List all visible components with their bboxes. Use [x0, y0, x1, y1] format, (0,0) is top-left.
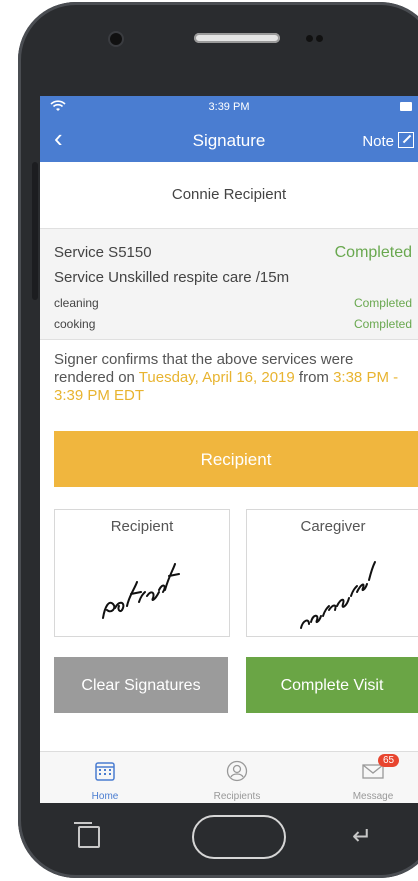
tab-recipients-label: Recipients	[213, 791, 261, 802]
proximity-sensor	[306, 35, 313, 42]
service-status: Completed	[334, 244, 412, 261]
clear-signatures-button[interactable]: Clear Signatures	[54, 657, 228, 713]
confirmation-mid: from	[294, 369, 334, 386]
service-row: Service Unskilled respite care /15m	[54, 269, 412, 286]
tab-bar: Home Recipients 65 Message	[40, 751, 418, 803]
side-button	[32, 162, 38, 300]
service-row: Service S5150 Completed	[54, 244, 412, 261]
message-badge: 65	[378, 754, 400, 767]
confirmation-text: Signer confirms that the above services …	[54, 351, 408, 405]
service-label: Service S5150	[54, 244, 152, 261]
task-label: cooking	[54, 317, 96, 331]
person-icon	[226, 760, 248, 782]
phone-top	[18, 2, 418, 97]
task-row: cooking Completed	[54, 317, 412, 331]
task-status: Completed	[353, 296, 412, 310]
calendar-icon	[95, 762, 115, 781]
tab-recipients[interactable]: Recipients	[192, 752, 282, 803]
caregiver-signature-drawing	[300, 561, 376, 629]
task-row: cleaning Completed	[54, 296, 412, 310]
back-arrow-icon[interactable]: ↵	[352, 822, 372, 851]
app-screen: 3:39 PM ‹ Signature Note Connie Recipien…	[40, 96, 418, 803]
note-button[interactable]: Note	[362, 132, 414, 150]
tab-message[interactable]: 65 Message	[328, 752, 418, 803]
caregiver-signature-pad[interactable]: Caregiver	[246, 509, 418, 637]
task-label: cleaning	[54, 296, 99, 310]
edit-note-icon	[398, 132, 414, 148]
note-label: Note	[362, 133, 394, 150]
recipient-button[interactable]: Recipient	[54, 431, 418, 487]
nav-bar: ‹ Signature Note	[40, 118, 418, 162]
complete-visit-button[interactable]: Complete Visit	[246, 657, 418, 713]
recipient-signature-drawing	[102, 563, 180, 619]
earpiece-speaker	[194, 33, 280, 43]
tab-home-label: Home	[91, 791, 119, 802]
light-sensor	[316, 35, 323, 42]
status-time: 3:39 PM	[208, 101, 250, 113]
services-list: Service S5150 Completed Service Unskille…	[40, 229, 418, 340]
tab-home[interactable]: Home	[60, 752, 150, 803]
service-label: Service Unskilled respite care /15m	[54, 269, 290, 286]
tab-message-label: Message	[352, 791, 394, 802]
task-status: Completed	[353, 317, 412, 331]
recipient-signature-pad[interactable]: Recipient	[54, 509, 230, 637]
recipient-name: Connie Recipient	[40, 162, 418, 229]
home-button[interactable]	[192, 815, 286, 859]
confirmation-date: Tuesday, April 16, 2019	[138, 369, 295, 386]
battery-icon	[400, 102, 412, 111]
status-bar: 3:39 PM	[40, 96, 418, 118]
page-title: Signature	[192, 131, 266, 150]
recent-apps-button[interactable]	[74, 822, 100, 848]
front-camera	[110, 33, 122, 45]
